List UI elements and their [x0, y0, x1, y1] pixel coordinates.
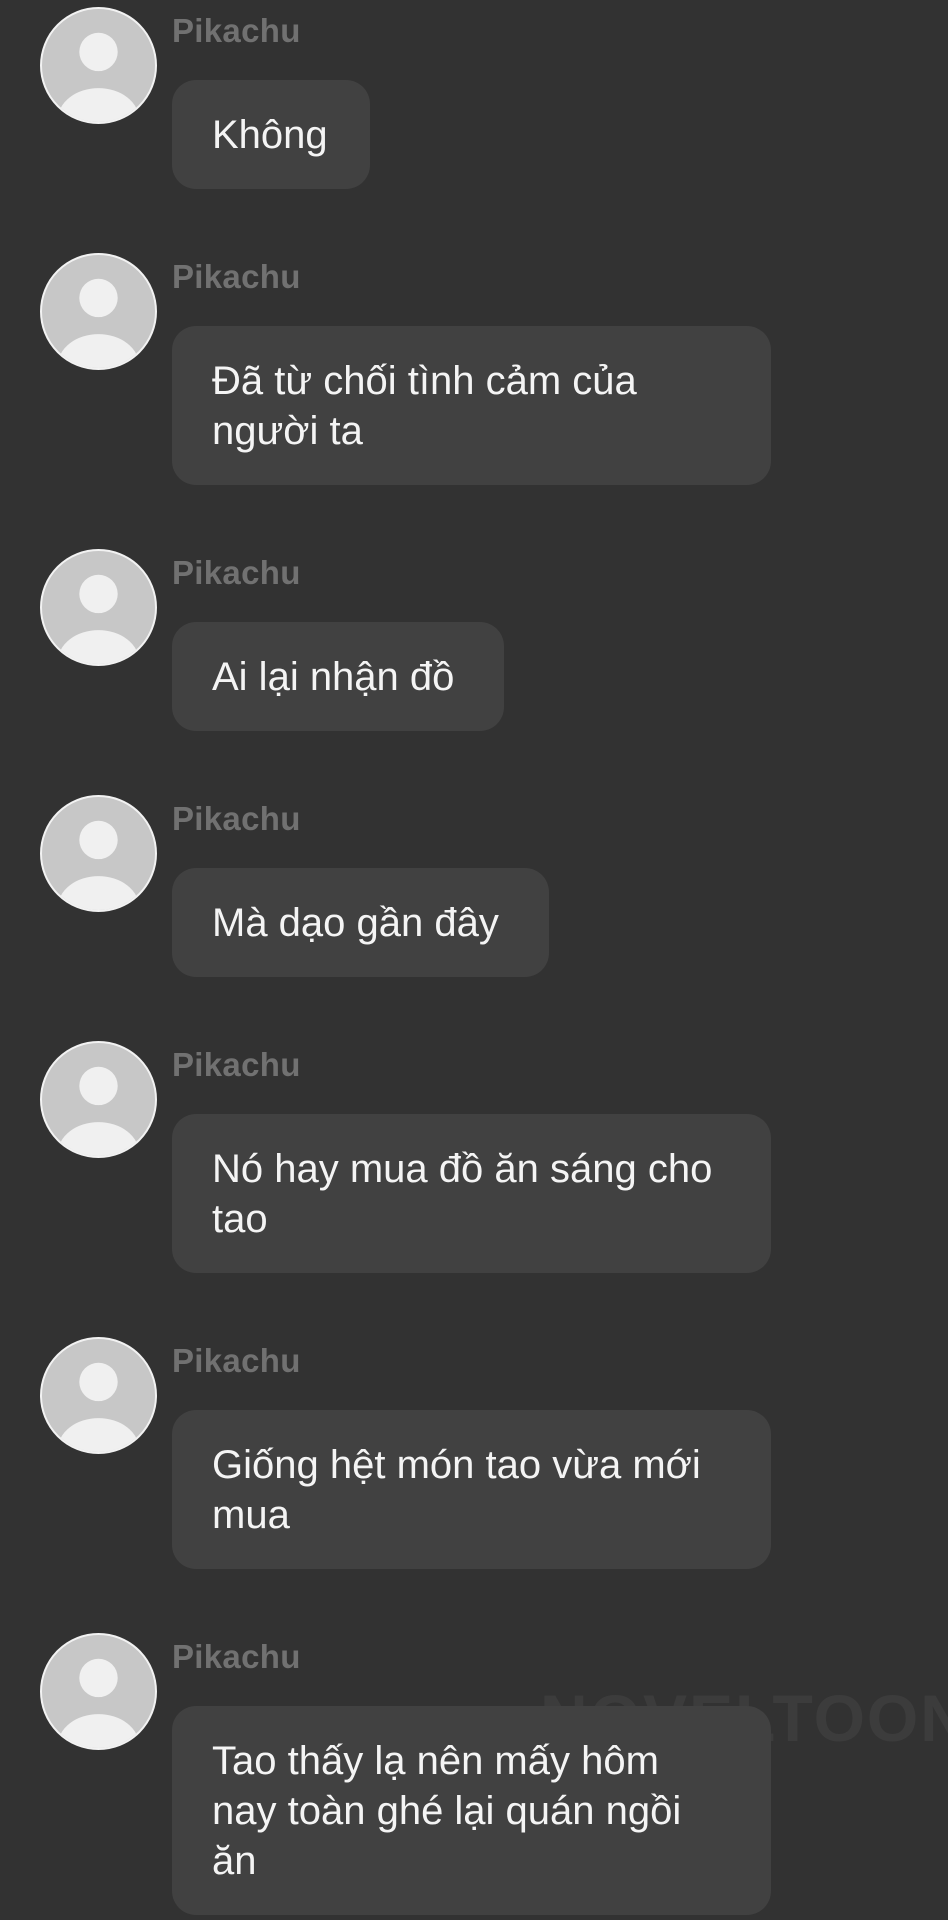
- avatar-icon[interactable]: [40, 1337, 157, 1454]
- avatar-icon[interactable]: [40, 1633, 157, 1750]
- sender-name: Pikachu: [172, 554, 301, 591]
- sender-name: Pikachu: [172, 258, 301, 295]
- message-bubble[interactable]: Nó hay mua đồ ăn sáng cho tao: [172, 1114, 771, 1273]
- sender-name: Pikachu: [172, 1638, 301, 1675]
- sender-name: Pikachu: [172, 1046, 301, 1083]
- sender-name: Pikachu: [172, 1342, 301, 1379]
- avatar-icon[interactable]: [40, 549, 157, 666]
- message-bubble[interactable]: Tao thấy lạ nên mấy hôm nay toàn ghé lại…: [172, 1706, 771, 1915]
- message-bubble[interactable]: Mà dạo gần đây: [172, 868, 549, 977]
- avatar-icon[interactable]: [40, 253, 157, 370]
- chat-thread: Pikachu Không Pikachu Đã từ chối tình cả…: [0, 0, 948, 1920]
- message-bubble[interactable]: Không: [172, 80, 370, 189]
- avatar-icon[interactable]: [40, 795, 157, 912]
- message-bubble[interactable]: Giống hệt món tao vừa mới mua: [172, 1410, 771, 1569]
- sender-name: Pikachu: [172, 12, 301, 49]
- message-bubble[interactable]: Ai lại nhận đồ: [172, 622, 504, 731]
- sender-name: Pikachu: [172, 800, 301, 837]
- avatar-icon[interactable]: [40, 1041, 157, 1158]
- message-bubble[interactable]: Đã từ chối tình cảm của người ta: [172, 326, 771, 485]
- avatar-icon[interactable]: [40, 7, 157, 124]
